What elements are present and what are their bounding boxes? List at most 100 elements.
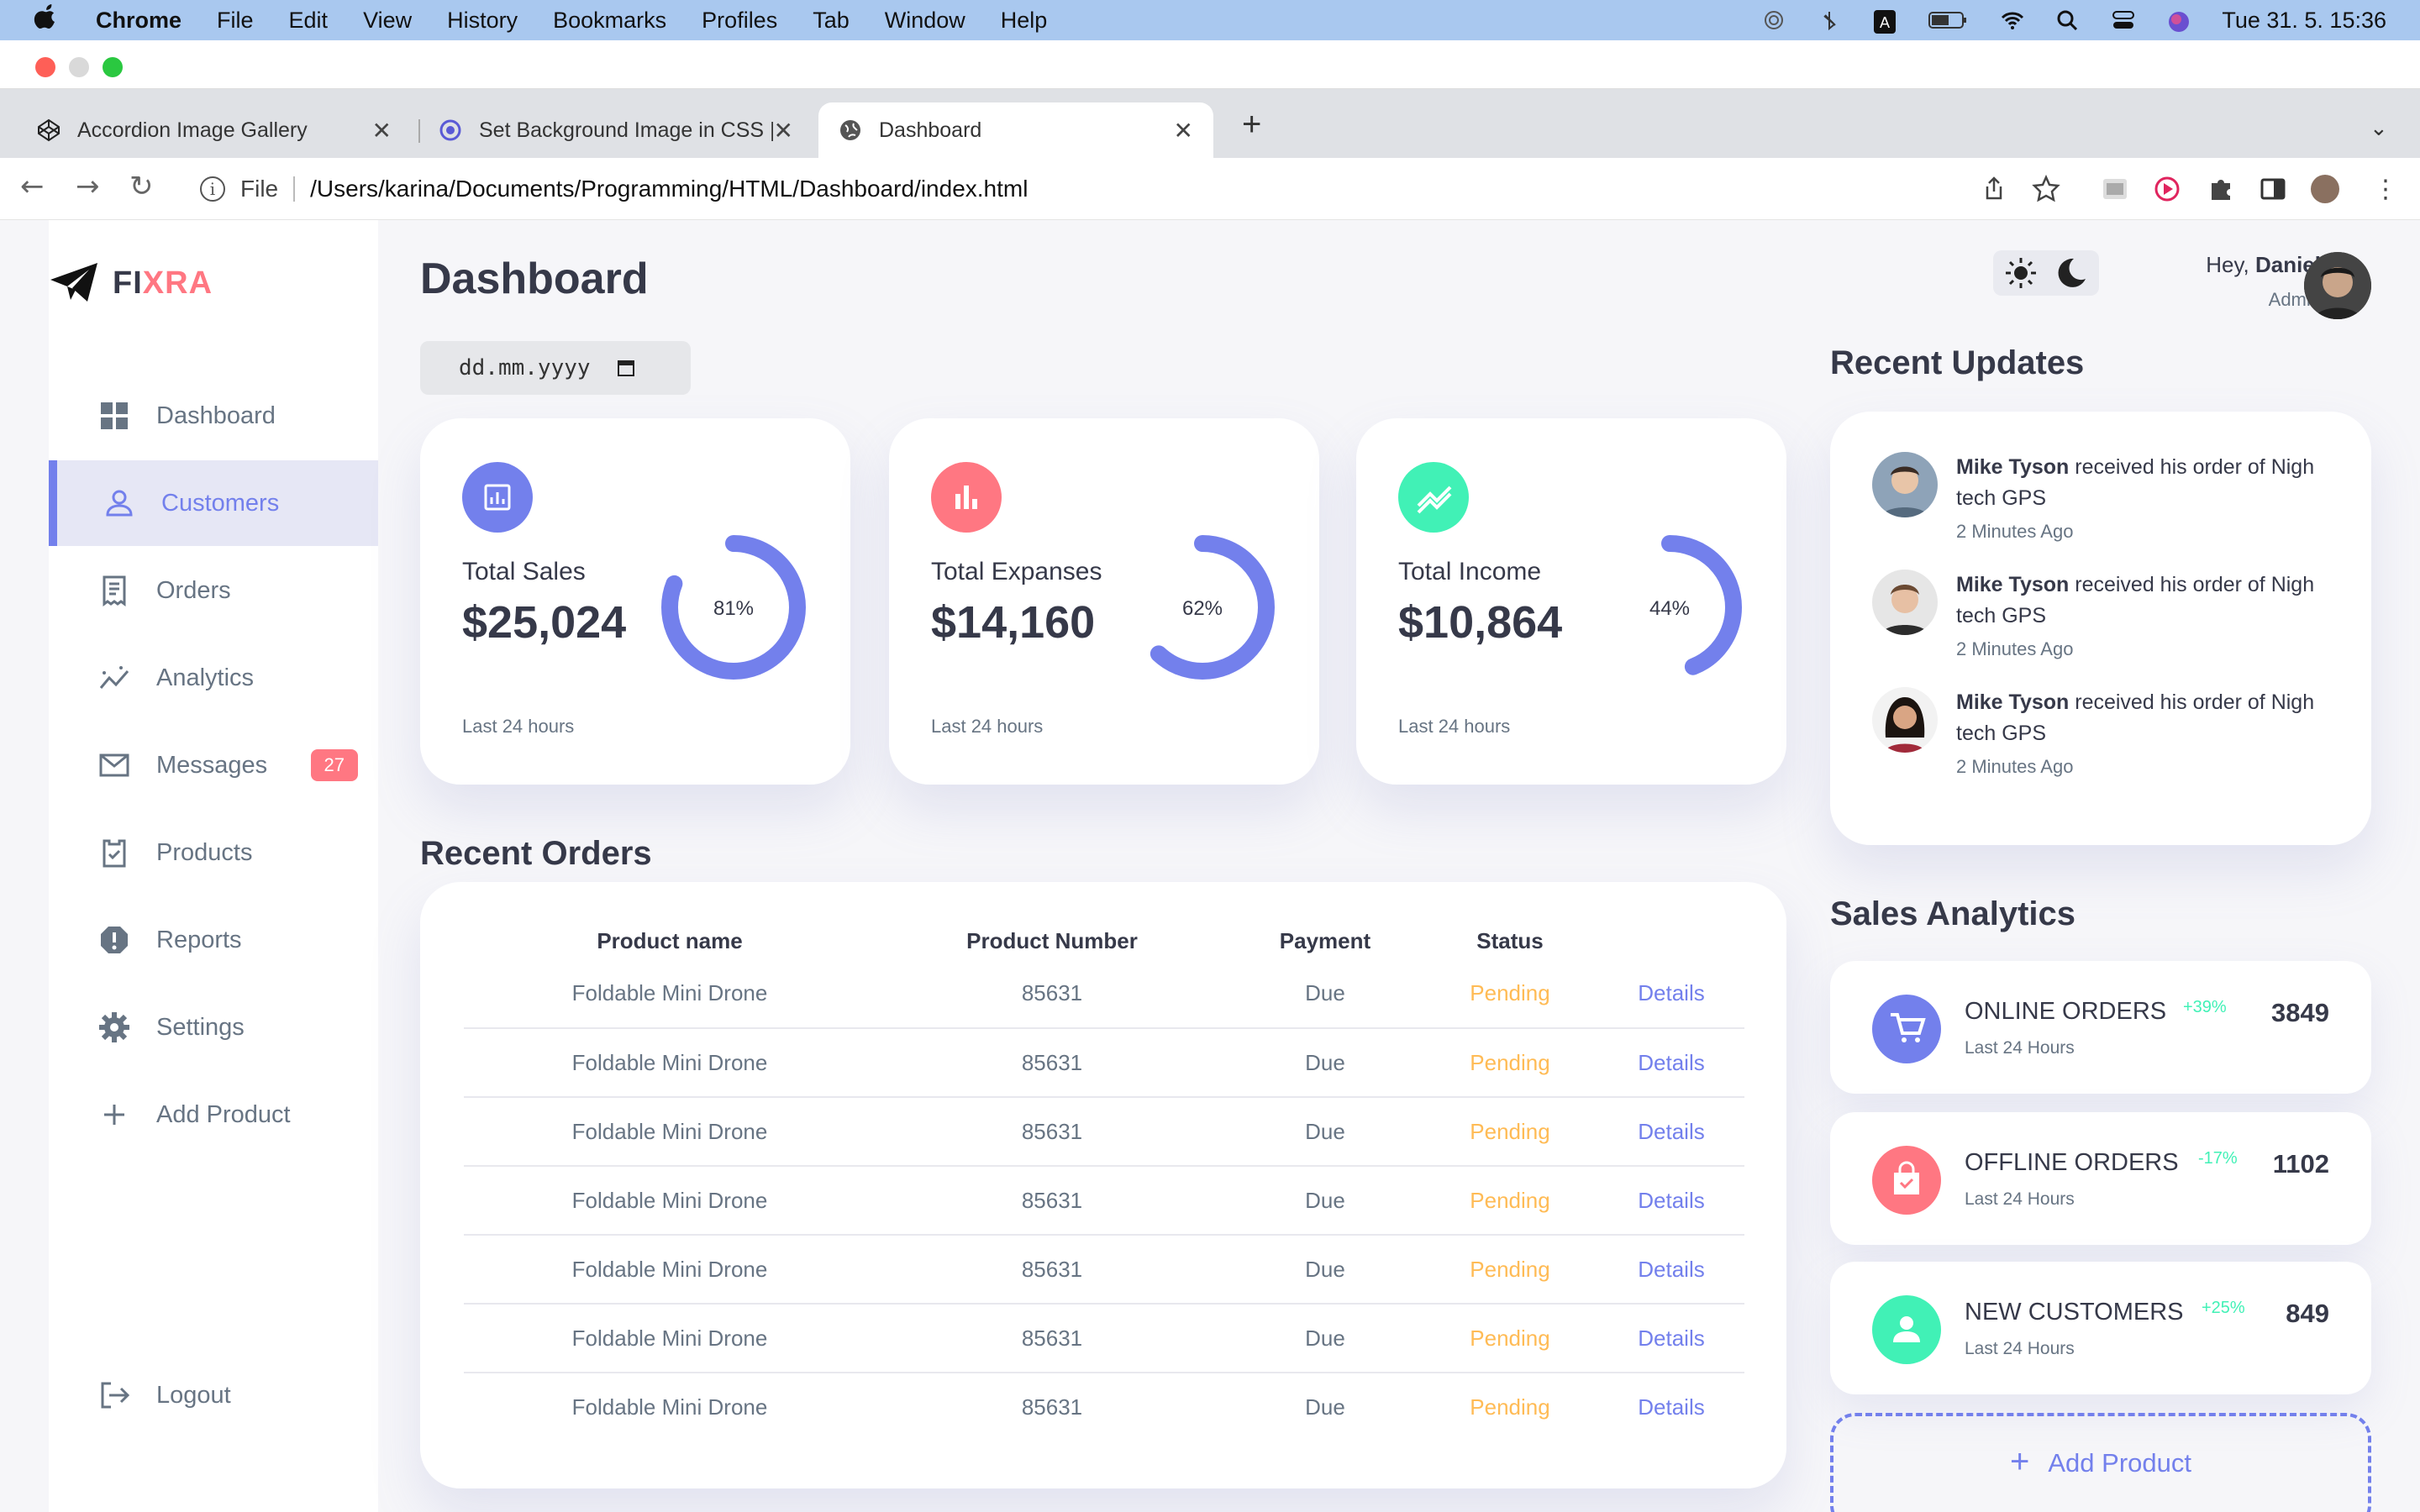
apple-icon[interactable] xyxy=(34,3,67,37)
tab-dashboard[interactable]: Dashboard ✕ xyxy=(818,102,1213,158)
add-product-button[interactable]: + Add Product xyxy=(1830,1413,2371,1512)
menu-tab[interactable]: Tab xyxy=(813,8,850,34)
offline-orders-card[interactable]: OFFLINE ORDERS Last 24 Hours -17% 1102 xyxy=(1830,1112,2371,1245)
menu-file[interactable]: File xyxy=(217,8,254,34)
product-number-cell: 85631 xyxy=(1021,1394,1083,1420)
tab-title: Dashboard xyxy=(879,118,982,142)
menu-help[interactable]: Help xyxy=(1001,8,1048,34)
add-product-label: Add Product xyxy=(2048,1448,2191,1478)
sidebar-item-products[interactable]: Products xyxy=(49,810,378,895)
analytics-value: 1102 xyxy=(2272,1149,2329,1179)
sidebar-item-dashboard[interactable]: Dashboard xyxy=(49,373,378,459)
theme-toggle[interactable] xyxy=(1993,250,2099,296)
sidebar-item-logout[interactable]: Logout xyxy=(49,1352,378,1438)
insights-icon xyxy=(99,666,129,689)
analytics-title: ONLINE ORDERS xyxy=(1965,998,2167,1025)
tab-search-chevron-icon[interactable]: ⌄ xyxy=(2370,116,2388,141)
sidebar-item-reports[interactable]: Reports xyxy=(49,897,378,983)
details-link[interactable]: Details xyxy=(1598,959,1744,1029)
bookmark-star-icon[interactable] xyxy=(2032,174,2060,203)
light-mode-icon[interactable] xyxy=(1998,254,2044,292)
sidebar-item-orders[interactable]: Orders xyxy=(49,548,378,633)
dark-mode-icon[interactable] xyxy=(2049,254,2094,292)
site-info-icon[interactable]: i xyxy=(200,176,225,202)
menu-bookmarks[interactable]: Bookmarks xyxy=(553,8,666,34)
avatar xyxy=(1872,452,1938,517)
tab-background-image[interactable]: Set Background Image in CSS | ✕ xyxy=(418,102,813,158)
spotlight-search-icon[interactable] xyxy=(2055,10,2081,31)
status-cell: Pending xyxy=(1422,1235,1598,1305)
details-link[interactable]: Details xyxy=(1598,1235,1744,1305)
address-bar[interactable]: i File /Users/karina/Documents/Programmi… xyxy=(182,166,1988,212)
close-tab-icon[interactable]: ✕ xyxy=(774,117,793,144)
calendar-icon[interactable] xyxy=(616,358,636,378)
details-link[interactable]: Details xyxy=(1598,1373,1744,1441)
online-orders-card[interactable]: ONLINE ORDERS Last 24 Hours +39% 3849 xyxy=(1830,961,2371,1094)
details-link[interactable]: Details xyxy=(1598,1166,1744,1236)
details-link[interactable]: Details xyxy=(1598,1304,1744,1373)
screen-recorder-icon[interactable] xyxy=(2153,175,2181,203)
menu-window[interactable]: Window xyxy=(885,8,965,34)
profile-avatar[interactable] xyxy=(2304,252,2371,319)
sidebar-item-add-product[interactable]: Add Product xyxy=(49,1072,378,1158)
product-number-cell: 85631 xyxy=(876,1028,1228,1098)
card-value: $25,024 xyxy=(462,597,627,648)
input-source-icon[interactable]: A xyxy=(1872,10,1897,34)
minimize-window-button[interactable] xyxy=(69,57,89,77)
receipt-icon xyxy=(103,575,126,606)
greeting: Hey, Daniel xyxy=(2144,252,2321,278)
close-tab-icon[interactable]: ✕ xyxy=(372,117,392,144)
brand-logo[interactable]: FIXRA xyxy=(49,254,378,312)
payment-cell: Due xyxy=(1228,1304,1422,1373)
sidebar-item-analytics[interactable]: Analytics xyxy=(49,635,378,721)
menu-app-name[interactable]: Chrome xyxy=(96,8,182,34)
reload-icon[interactable]: ↻ xyxy=(129,170,154,203)
close-tab-icon[interactable]: ✕ xyxy=(1174,117,1193,144)
brand-name-part2: XRA xyxy=(142,265,213,301)
status-cell: Pending xyxy=(1470,1394,1550,1420)
menu-profiles[interactable]: Profiles xyxy=(702,8,777,34)
menu-edit[interactable]: Edit xyxy=(289,8,329,34)
airdrop-icon[interactable] xyxy=(1761,10,1786,30)
close-window-button[interactable] xyxy=(35,57,55,77)
bluetooth-off-icon[interactable] xyxy=(1817,10,1842,31)
extension-app-icon[interactable] xyxy=(2101,175,2129,203)
progress-ring: 44% xyxy=(1597,535,1742,680)
details-link[interactable]: Details xyxy=(1598,1097,1744,1167)
siri-icon[interactable] xyxy=(2166,10,2191,32)
menu-history[interactable]: History xyxy=(447,8,518,34)
share-icon[interactable] xyxy=(1980,175,2008,203)
menu-view[interactable]: View xyxy=(363,8,412,34)
new-tab-button[interactable]: + xyxy=(1242,106,1261,144)
card-label: Total Expanses xyxy=(931,558,1102,585)
back-arrow-icon[interactable]: ← xyxy=(20,170,45,203)
logout-icon xyxy=(101,1382,130,1409)
details-link[interactable]: Details xyxy=(1598,1028,1744,1098)
new-customers-card[interactable]: NEW CUSTOMERS Last 24 Hours +25% 849 xyxy=(1830,1262,2371,1394)
sidebar-item-settings[interactable]: Settings xyxy=(49,984,378,1070)
sidebar-item-messages[interactable]: Messages 27 xyxy=(49,722,378,808)
card-footer: Last 24 hours xyxy=(1398,716,1511,737)
zoom-window-button[interactable] xyxy=(103,57,123,77)
date-input[interactable]: dd.mm.yyyy xyxy=(420,341,691,395)
gear-favicon-icon xyxy=(439,118,462,142)
side-panel-icon[interactable] xyxy=(2259,175,2287,203)
battery-icon[interactable] xyxy=(1928,10,1970,30)
tab-accordion-gallery[interactable]: Accordion Image Gallery ✕ xyxy=(17,102,412,158)
payment-cell: Due xyxy=(1228,959,1422,1029)
url-text[interactable]: /Users/karina/Documents/Programming/HTML… xyxy=(310,176,1028,202)
plus-icon xyxy=(104,1105,124,1125)
sidebar-item-label: Dashboard xyxy=(156,402,276,429)
menu-clock[interactable]: Tue 31. 5. 15:36 xyxy=(2222,8,2386,34)
control-center-icon[interactable] xyxy=(2111,10,2136,30)
forward-arrow-icon[interactable]: → xyxy=(76,170,100,203)
page-title: Dashboard xyxy=(420,255,649,303)
update-name: Mike Tyson xyxy=(1956,455,2070,479)
update-item: Mike Tyson received his order of Nigh te… xyxy=(1872,687,2343,788)
payment-cell: Due xyxy=(1228,1097,1422,1167)
extensions-puzzle-icon[interactable] xyxy=(2207,175,2235,203)
wifi-icon[interactable] xyxy=(2000,10,2025,30)
profile-avatar-icon[interactable] xyxy=(2311,175,2339,203)
sidebar-item-customers[interactable]: Customers xyxy=(49,460,378,546)
chrome-menu-icon[interactable]: ⋮ xyxy=(2371,175,2400,204)
